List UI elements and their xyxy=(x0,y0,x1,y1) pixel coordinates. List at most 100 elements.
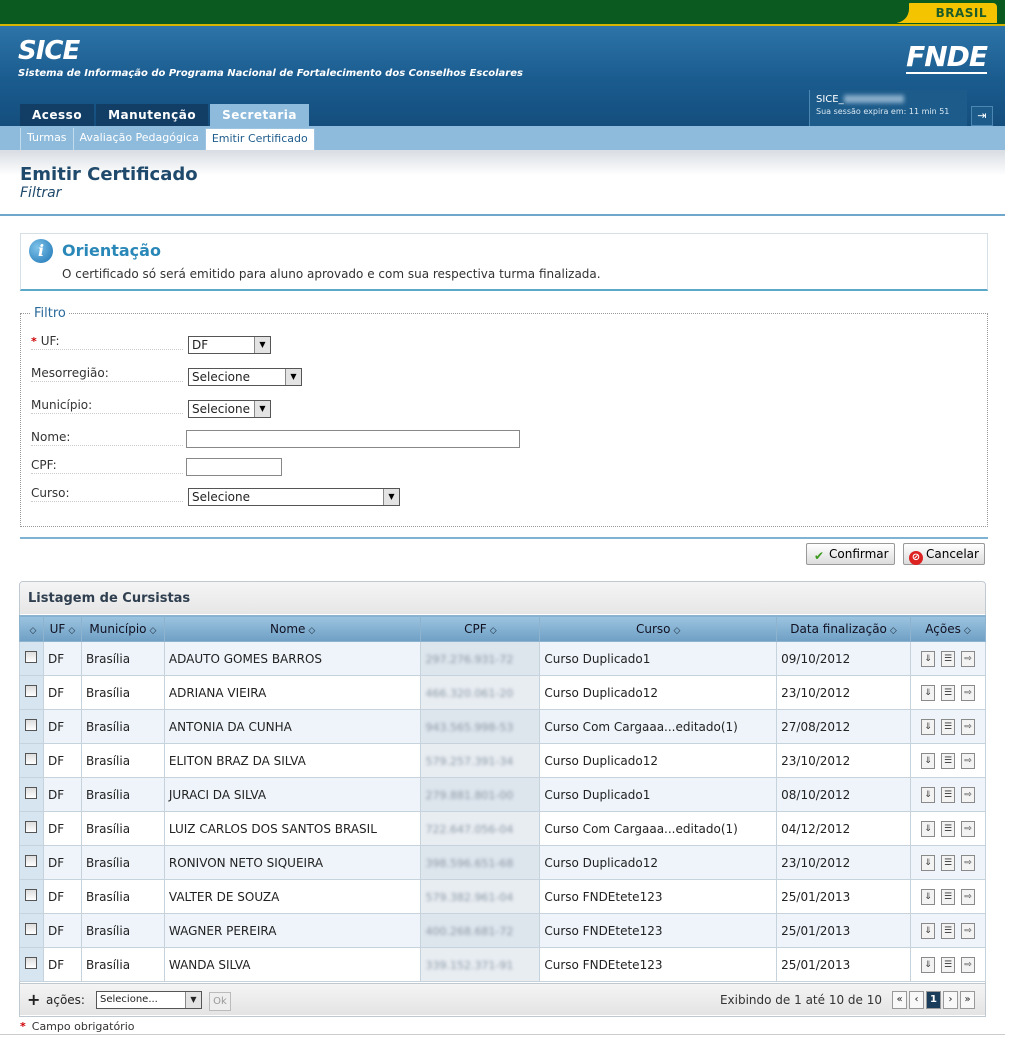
first-page-icon[interactable]: « xyxy=(892,991,907,1009)
nome-input[interactable] xyxy=(186,430,520,448)
download-certificate-icon[interactable]: ⇓ xyxy=(921,650,935,667)
export-icon[interactable]: ⇨ xyxy=(961,854,975,871)
row-select-cell xyxy=(19,913,44,948)
curso-select[interactable]: Selecione ▼ xyxy=(188,488,400,506)
export-icon[interactable]: ⇨ xyxy=(961,684,975,701)
cpf-row: CPF: xyxy=(31,458,331,478)
confirm-button[interactable]: ✔ Confirmar xyxy=(806,543,895,565)
tab-acesso[interactable]: Acesso xyxy=(20,104,95,126)
download-certificate-icon[interactable]: ⇓ xyxy=(921,752,935,769)
prev-page-icon[interactable]: ‹ xyxy=(909,991,924,1009)
cursistas-table: ◇ UF ◇ Município ◇ Nome ◇ CPF ◇ Curso ◇ Data … xyxy=(19,615,986,982)
nome-cell: ADAUTO GOMES BARROS xyxy=(163,641,422,676)
acoes-cell: ⇓ ☰ ⇨ xyxy=(910,709,986,744)
cpf-cell: 297.276.931-72 xyxy=(420,641,541,676)
row-select-cell xyxy=(19,777,44,812)
clipboard-icon[interactable]: ☰ xyxy=(941,956,955,973)
col-municipio[interactable]: Município ◇ xyxy=(80,615,165,642)
download-certificate-icon[interactable]: ⇓ xyxy=(921,786,935,803)
col-data[interactable]: Data finalização ◇ xyxy=(776,615,911,642)
clipboard-icon[interactable]: ☰ xyxy=(941,854,955,871)
cpf-value: 722.647.056-04 xyxy=(425,822,514,836)
logout-icon[interactable]: ⇥ xyxy=(971,106,993,126)
export-icon[interactable]: ⇨ xyxy=(961,956,975,973)
download-certificate-icon[interactable]: ⇓ xyxy=(921,684,935,701)
download-certificate-icon[interactable]: ⇓ xyxy=(921,718,935,735)
clipboard-icon[interactable]: ☰ xyxy=(941,752,955,769)
col-curso[interactable]: Curso ◇ xyxy=(539,615,778,642)
nome-cell: ANTONIA DA CUNHA xyxy=(163,709,422,744)
row-select-cell xyxy=(19,947,44,982)
clipboard-icon[interactable]: ☰ xyxy=(941,718,955,735)
sort-icon: ◇ xyxy=(889,625,897,636)
clipboard-icon[interactable]: ☰ xyxy=(941,684,955,701)
acoes-cell: ⇓ ☰ ⇨ xyxy=(910,913,986,948)
curso-cell: Curso Com Cargaaa...editado(1) xyxy=(539,709,778,744)
mesorregiao-select[interactable]: Selecione ▼ xyxy=(188,368,302,386)
curso-cell: Curso Duplicado12 xyxy=(539,845,778,880)
row-checkbox[interactable] xyxy=(25,821,38,833)
export-icon[interactable]: ⇨ xyxy=(961,718,975,735)
municipio-select[interactable]: Selecione ▼ xyxy=(188,400,271,418)
clipboard-icon[interactable]: ☰ xyxy=(941,922,955,939)
next-page-icon[interactable]: › xyxy=(943,991,958,1009)
row-checkbox[interactable] xyxy=(25,957,38,969)
plus-icon[interactable]: + xyxy=(27,990,40,1009)
table-row: DF Brasília JURACI DA SILVA 279.881.801-00 C… xyxy=(19,777,986,812)
cpf-cell: 279.881.801-00 xyxy=(420,777,541,812)
download-certificate-icon[interactable]: ⇓ xyxy=(921,922,935,939)
export-icon[interactable]: ⇨ xyxy=(961,650,975,667)
clipboard-icon[interactable]: ☰ xyxy=(941,650,955,667)
col-acoes[interactable]: Ações ◇ xyxy=(910,615,986,642)
acoes-cell: ⇓ ☰ ⇨ xyxy=(910,879,986,914)
clipboard-icon[interactable]: ☰ xyxy=(941,820,955,837)
orientation-box: i Orientação O certificado só será emiti… xyxy=(20,233,988,291)
tab-secretaria[interactable]: Secretaria xyxy=(210,104,309,126)
download-certificate-icon[interactable]: ⇓ xyxy=(921,854,935,871)
nome-row: Nome: xyxy=(31,430,531,450)
subtab-turmas[interactable]: Turmas xyxy=(20,128,73,150)
export-icon[interactable]: ⇨ xyxy=(961,922,975,939)
mesorregiao-row: Mesorregião: Selecione ▼ xyxy=(31,366,331,386)
tab-manutencao[interactable]: Manutenção xyxy=(96,104,209,126)
uf-select[interactable]: DF ▼ xyxy=(188,336,271,354)
cpf-input[interactable] xyxy=(186,458,282,476)
export-icon[interactable]: ⇨ xyxy=(961,820,975,837)
row-checkbox[interactable] xyxy=(25,889,38,901)
row-checkbox[interactable] xyxy=(25,651,38,663)
row-checkbox[interactable] xyxy=(25,719,38,731)
subtab-avaliacao[interactable]: Avaliação Pedagógica xyxy=(72,128,205,150)
current-page[interactable]: 1 xyxy=(926,991,941,1009)
col-uf[interactable]: UF ◇ xyxy=(42,615,82,642)
row-checkbox[interactable] xyxy=(25,923,38,935)
row-checkbox[interactable] xyxy=(25,685,38,697)
row-checkbox[interactable] xyxy=(25,855,38,867)
row-checkbox[interactable] xyxy=(25,753,38,765)
export-icon[interactable]: ⇨ xyxy=(961,888,975,905)
row-checkbox[interactable] xyxy=(25,787,38,799)
download-certificate-icon[interactable]: ⇓ xyxy=(921,888,935,905)
brasil-link[interactable]: BRASIL xyxy=(885,3,997,23)
municipio-label: Município: xyxy=(31,398,183,414)
export-icon[interactable]: ⇨ xyxy=(961,752,975,769)
download-certificate-icon[interactable]: ⇓ xyxy=(921,820,935,837)
last-page-icon[interactable]: » xyxy=(960,991,975,1009)
col-cpf[interactable]: CPF ◇ xyxy=(420,615,541,642)
row-select-cell xyxy=(19,879,44,914)
cancel-button[interactable]: ⊘ Cancelar xyxy=(903,543,985,565)
nome-cell: JURACI DA SILVA xyxy=(163,777,422,812)
col-select[interactable]: ◇ xyxy=(19,615,44,642)
acoes-cell: ⇓ ☰ ⇨ xyxy=(910,675,986,710)
table-row: DF Brasília VALTER DE SOUZA 579.382.961-04 C… xyxy=(19,879,986,914)
ok-button[interactable]: Ok xyxy=(209,992,231,1011)
download-certificate-icon[interactable]: ⇓ xyxy=(921,956,935,973)
cpf-value: 579.382.961-04 xyxy=(425,890,514,904)
nome-cell: VALTER DE SOUZA xyxy=(163,879,422,914)
clipboard-icon[interactable]: ☰ xyxy=(941,786,955,803)
subtab-emitir-certificado[interactable]: Emitir Certificado xyxy=(204,128,315,150)
col-nome[interactable]: Nome ◇ xyxy=(163,615,422,642)
export-icon[interactable]: ⇨ xyxy=(961,786,975,803)
acoes-select[interactable]: Selecione... ▼ xyxy=(96,991,202,1009)
clipboard-icon[interactable]: ☰ xyxy=(941,888,955,905)
government-bar: BRASIL xyxy=(0,0,1005,24)
